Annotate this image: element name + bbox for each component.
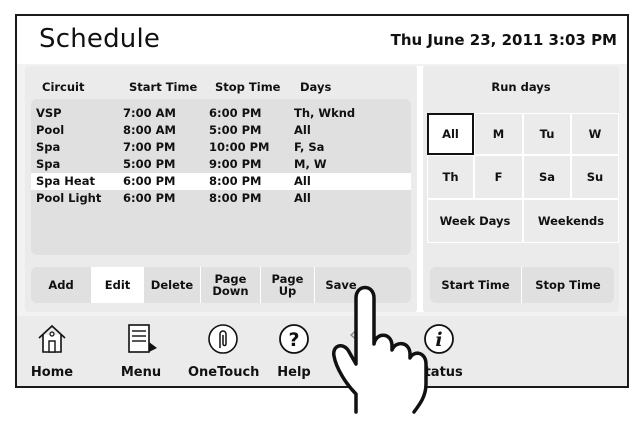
menu-icon (128, 324, 157, 353)
column-header-circuit: Circuit (42, 80, 85, 94)
run-days-label: Run days (491, 80, 551, 94)
header: Schedule Thu June 23, 2011 3:03 PM (17, 16, 627, 64)
table-row[interactable]: VSP 7:00 AM 6:00 PM Th, Wknd (31, 105, 411, 122)
day-wednesday-button[interactable]: W (571, 113, 619, 155)
day-saturday-button[interactable]: Sa (523, 155, 571, 199)
svg-text:i: i (435, 329, 442, 351)
day-monday-button[interactable]: M (474, 113, 523, 155)
week-days-button[interactable]: Week Days (427, 199, 523, 243)
day-all-button[interactable]: All (427, 113, 474, 155)
home-button[interactable]: Home (17, 320, 87, 382)
stop-time-button[interactable]: Stop Time (522, 267, 614, 303)
table-row[interactable]: Spa 7:00 PM 10:00 PM F, Sa (31, 139, 411, 156)
svg-text:?: ? (288, 329, 299, 351)
table-row[interactable]: Pool 8:00 AM 5:00 PM All (31, 122, 411, 139)
date-time: Thu June 23, 2011 3:03 PM (390, 31, 617, 49)
time-button-bar: Start Time Stop Time (430, 267, 614, 303)
onetouch-icon (208, 324, 238, 354)
menu-button[interactable]: Menu (106, 320, 176, 382)
home-icon (38, 324, 66, 353)
table-row[interactable]: Spa 5:00 PM 9:00 PM M, W (31, 156, 411, 173)
page-up-button[interactable]: Page Up (261, 267, 315, 303)
help-icon: ? (279, 324, 309, 354)
schedule-table: VSP 7:00 AM 6:00 PM Th, Wknd Pool 8:00 A… (31, 99, 411, 255)
column-header-start-time: Start Time (129, 80, 198, 94)
table-row-selected[interactable]: Spa Heat 6:00 PM 8:00 PM All (31, 173, 411, 190)
delete-button[interactable]: Delete (144, 267, 201, 303)
day-thursday-button[interactable]: Th (427, 155, 474, 199)
content-area: Circuit Start Time Stop Time Days VSP 7:… (25, 66, 619, 312)
day-sunday-button[interactable]: Su (571, 155, 619, 199)
start-time-button[interactable]: Start Time (430, 267, 522, 303)
bottom-toolbar: Home Menu OneTouch ? Help i Status (17, 316, 627, 386)
column-header-stop-time: Stop Time (215, 80, 281, 94)
table-row[interactable]: Pool Light 6:00 PM 8:00 PM All (31, 190, 411, 207)
day-friday-button[interactable]: F (474, 155, 523, 199)
page-title: Schedule (39, 24, 161, 54)
help-button[interactable]: ? Help (259, 320, 329, 382)
add-button[interactable]: Add (31, 267, 92, 303)
onetouch-button[interactable]: OneTouch (188, 320, 259, 382)
schedule-screen: Schedule Thu June 23, 2011 3:03 PM Circu… (15, 14, 629, 388)
run-days-panel: Run days All M Tu W Th F Sa Su Week Days… (423, 66, 619, 312)
page-down-button[interactable]: Page Down (201, 267, 261, 303)
edit-button[interactable]: Edit (92, 267, 144, 303)
weekends-button[interactable]: Weekends (523, 199, 619, 243)
column-header-days: Days (300, 80, 332, 94)
pointing-hand-icon (332, 285, 428, 414)
day-tuesday-button[interactable]: Tu (523, 113, 571, 155)
